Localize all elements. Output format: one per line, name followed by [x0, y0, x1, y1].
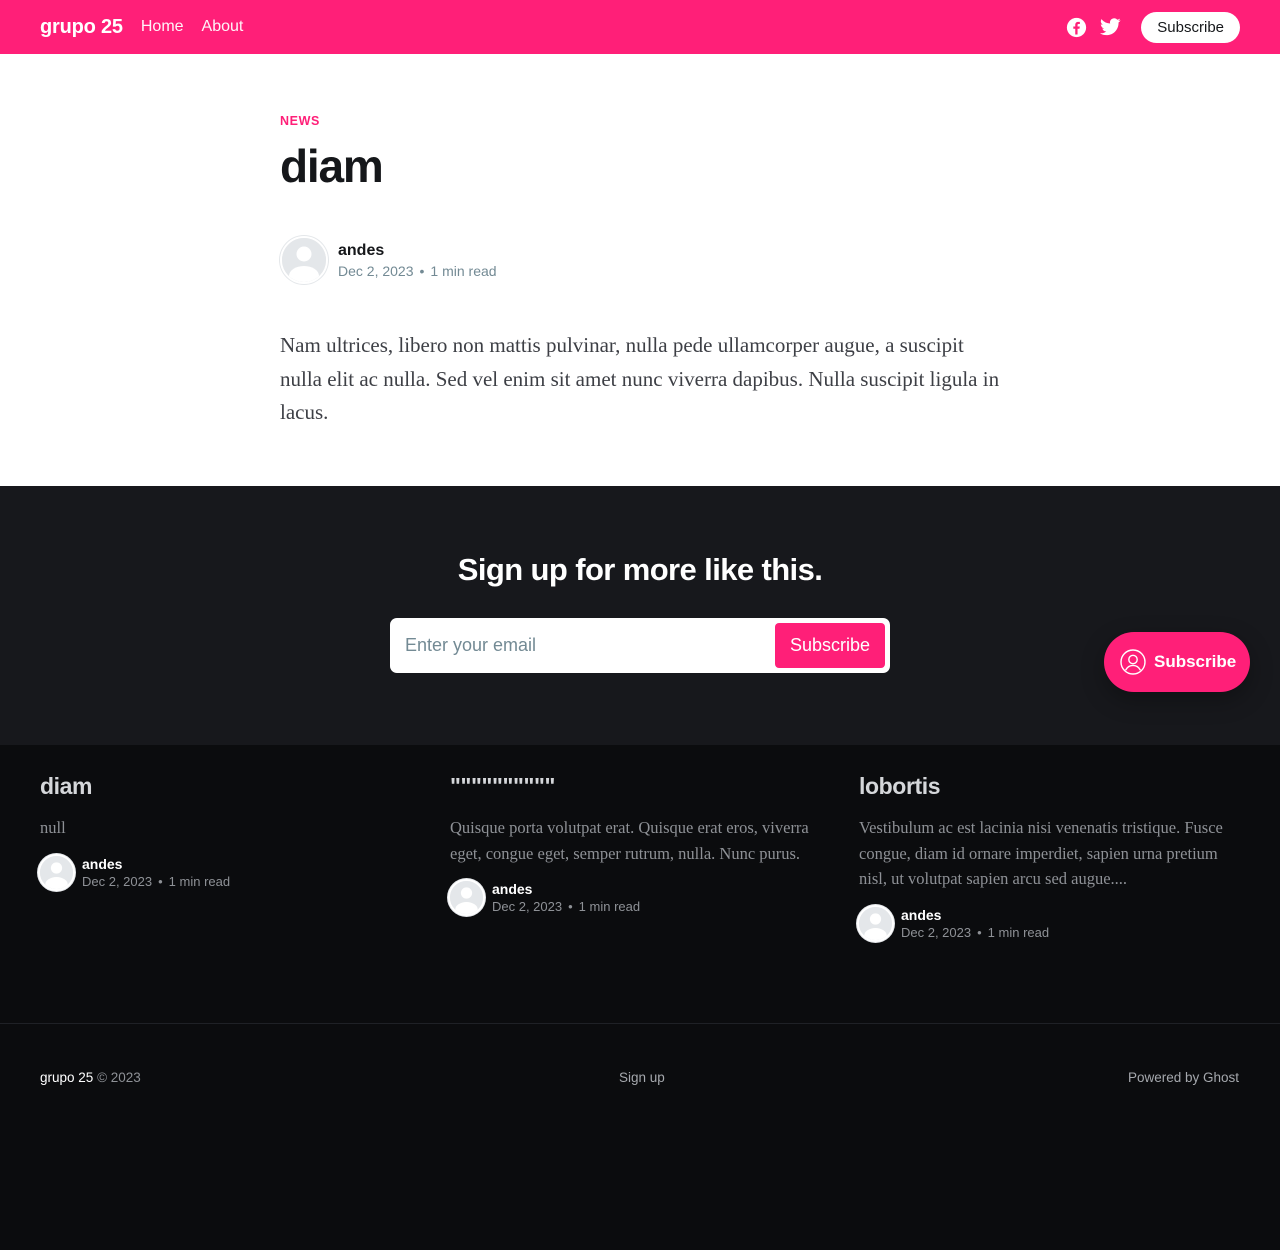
card-title[interactable]: """"""""""	[450, 773, 832, 803]
post-meta: Dec 2, 2023 • 1 min read	[338, 263, 497, 279]
related-card[interactable]: lobortis Vestibulum ac est lacinia nisi …	[857, 773, 1241, 942]
byline-text: andes Dec 2, 2023 • 1 min read	[338, 242, 497, 279]
article-tag[interactable]: News	[280, 114, 320, 128]
related-card[interactable]: """""""""" Quisque porta volutpat erat. …	[448, 773, 832, 916]
article-byline: andes Dec 2, 2023 • 1 min read	[280, 236, 497, 284]
signup-form: Subscribe	[390, 618, 890, 673]
card-byline: andes Dec 2, 2023 • 1 min read	[857, 904, 1241, 942]
post-date: Dec 2, 2023	[338, 262, 414, 279]
meta-separator: •	[568, 899, 573, 914]
post-date: Dec 2, 2023	[901, 924, 972, 940]
card-excerpt: null	[40, 818, 66, 837]
meta-separator: •	[977, 924, 982, 940]
site-header: grupo 25 Home About Subscribe	[0, 0, 1280, 54]
floating-subscribe-button[interactable]: Subscribe	[1104, 632, 1250, 692]
footer-signup-link[interactable]: Sign up	[619, 1070, 665, 1085]
article: News diam andes Dec 2, 2023 • 1 min read N…	[0, 54, 1280, 486]
cta-subscribe-button[interactable]: Subscribe	[774, 623, 885, 668]
copyright-year: © 2023	[97, 1070, 141, 1085]
card-excerpt: Quisque porta volutpat erat. Quisque era…	[450, 818, 809, 863]
read-time: 1 min read	[987, 924, 1050, 940]
post-meta: Dec 2, 2023 • 1 min read	[82, 874, 230, 889]
twitter-icon[interactable]	[1099, 16, 1121, 38]
nav-link-home[interactable]: Home	[141, 18, 184, 36]
avatar[interactable]	[280, 236, 328, 284]
site-footer: grupo 25 © 2023 Sign up Powered by Ghost	[0, 1024, 1280, 1250]
post-date: Dec 2, 2023	[492, 899, 563, 914]
copyright: grupo 25 © 2023	[40, 1070, 141, 1085]
site-logo[interactable]: grupo 25	[40, 16, 123, 39]
post-meta: Dec 2, 2023 • 1 min read	[492, 899, 640, 914]
card-byline: andes Dec 2, 2023 • 1 min read	[448, 879, 832, 916]
article-title: diam	[280, 140, 384, 192]
facebook-icon[interactable]	[1065, 16, 1087, 38]
related-card[interactable]: diam null andes Dec 2, 2023 • 1 min read	[38, 773, 422, 891]
author-name[interactable]: andes	[338, 242, 497, 260]
read-time: 1 min read	[578, 899, 641, 914]
card-excerpt: Vestibulum ac est lacinia nisi venenatis…	[859, 818, 1223, 888]
cta-title: Sign up for more like this.	[457, 552, 823, 587]
article-body: Nam ultrices, libero non mattis pulvinar…	[280, 333, 1000, 424]
avatar[interactable]	[38, 853, 75, 891]
header-actions: Subscribe	[1053, 11, 1240, 43]
email-input[interactable]	[395, 635, 775, 656]
read-time: 1 min read	[168, 873, 231, 889]
author-name[interactable]: andes	[492, 881, 640, 897]
related-posts: diam null andes Dec 2, 2023 • 1 min read "…	[0, 745, 1280, 1023]
user-icon	[1120, 649, 1146, 675]
floating-subscribe-label: Subscribe	[1154, 652, 1237, 671]
signup-cta: Sign up for more like this. Subscribe	[0, 486, 1280, 745]
card-byline: andes Dec 2, 2023 • 1 min read	[38, 853, 422, 891]
meta-separator: •	[419, 262, 425, 279]
author-name[interactable]: andes	[901, 907, 1049, 923]
post-meta: Dec 2, 2023 • 1 min read	[901, 925, 1049, 940]
avatar[interactable]	[448, 879, 485, 916]
nav-link-about[interactable]: About	[202, 18, 244, 36]
meta-separator: •	[158, 873, 163, 889]
footer-site-link[interactable]: grupo 25	[40, 1070, 93, 1085]
read-time: 1 min read	[430, 262, 497, 279]
card-title[interactable]: lobortis	[859, 773, 1241, 803]
post-date: Dec 2, 2023	[82, 873, 153, 889]
avatar[interactable]	[857, 904, 894, 942]
author-name[interactable]: andes	[82, 856, 230, 872]
powered-by-link[interactable]: Powered by Ghost	[1128, 1070, 1239, 1085]
header-subscribe-button[interactable]: Subscribe	[1141, 11, 1240, 43]
card-title[interactable]: diam	[40, 773, 422, 803]
